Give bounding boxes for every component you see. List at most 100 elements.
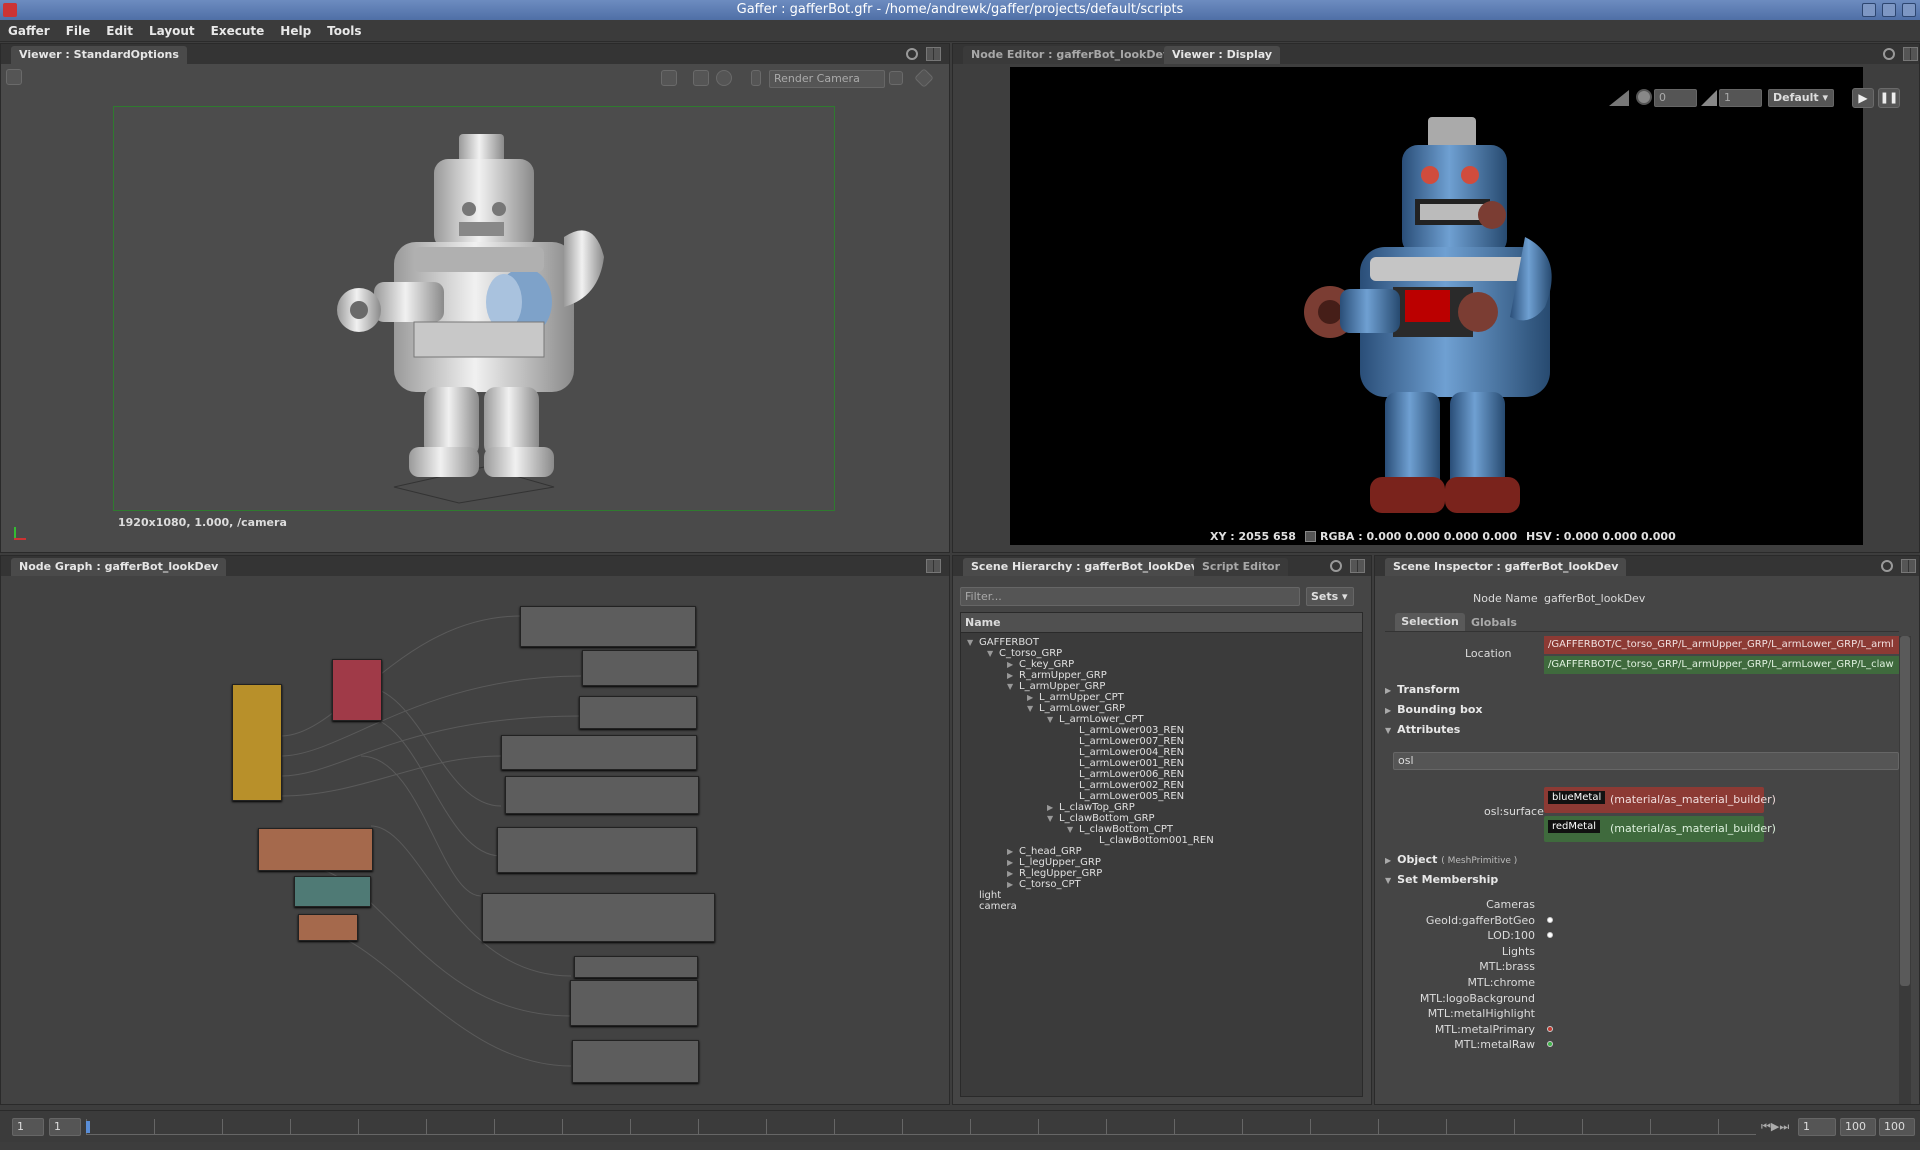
expand-down-icon[interactable]: ▼ (1007, 681, 1019, 692)
section-transform[interactable]: ▶ Transform (1385, 683, 1460, 696)
tree-item[interactable]: L_armLower006_REN (1067, 769, 1184, 780)
expand-right-icon[interactable]: ▶ (1007, 857, 1019, 868)
menu-layout[interactable]: Layout (141, 20, 203, 42)
tree-item[interactable]: L_armLower007_REN (1067, 736, 1184, 747)
exposure-field[interactable]: 0 (1654, 89, 1697, 107)
shader-a-row[interactable]: blueMetal (material/as_material_builder) (1544, 787, 1776, 813)
tree-item[interactable]: ▼ GAFFERBOT (967, 637, 1039, 648)
tree-item[interactable]: ▶ L_clawTop_GRP (1047, 802, 1135, 813)
graph-node-box[interactable] (574, 956, 698, 978)
lighting-icon[interactable] (716, 70, 732, 86)
play-icon[interactable]: ▶ (1852, 88, 1874, 108)
attribute-filter-input[interactable]: osl (1393, 752, 1899, 770)
tab-viewer-display[interactable]: Viewer : Display (1164, 46, 1281, 64)
expand-right-icon[interactable]: ▶ (1007, 868, 1019, 879)
tree-item[interactable]: ▼ L_armUpper_GRP (1007, 681, 1105, 692)
graph-node-teal[interactable] (294, 876, 371, 907)
menu-edit[interactable]: Edit (98, 20, 141, 42)
layout-grid-icon[interactable] (1350, 559, 1365, 573)
layout-grid-icon[interactable] (1903, 47, 1918, 61)
graph-node-yellow[interactable] (232, 684, 282, 801)
expand-right-icon[interactable]: ▶ (1007, 670, 1019, 681)
expand-right-icon[interactable]: ▶ (1007, 846, 1019, 857)
graph-node-brown[interactable] (298, 914, 358, 941)
tab-node-graph[interactable]: Node Graph : gafferBot_lookDev (11, 558, 227, 576)
section-attributes[interactable]: ▼ Attributes (1385, 723, 1460, 736)
expand-down-icon[interactable]: ▼ (1067, 824, 1079, 835)
expand-down-icon[interactable]: ▼ (1027, 703, 1039, 714)
section-object[interactable]: ▶ Object ( MeshPrimitive ) (1385, 853, 1517, 866)
render-camera-field[interactable]: Render Camera (769, 70, 885, 88)
shading-mode-icon[interactable] (661, 70, 677, 86)
graph-node-box[interactable] (482, 893, 715, 942)
end-frame-field[interactable]: 100 (1840, 1118, 1876, 1136)
graph-node-box[interactable] (579, 696, 697, 729)
layout-grid-icon[interactable] (926, 47, 941, 61)
graph-node-box[interactable] (520, 606, 696, 647)
tree-item[interactable]: ▶ C_torso_CPT (1007, 879, 1081, 890)
tree-item[interactable]: ▶ R_legUpper_GRP (1007, 868, 1102, 879)
column-header-name[interactable]: Name (961, 613, 1362, 633)
gamma-field[interactable]: 1 (1719, 89, 1762, 107)
tree-item[interactable]: ▼ C_torso_GRP (987, 648, 1062, 659)
hierarchy-filter-input[interactable]: Filter... (960, 587, 1300, 606)
tree-item[interactable]: ▶ R_armUpper_GRP (1007, 670, 1107, 681)
playhead[interactable] (86, 1121, 90, 1133)
tab-scene-inspector[interactable]: Scene Inspector : gafferBot_lookDev (1385, 558, 1627, 576)
graph-node-box[interactable] (501, 735, 697, 770)
graph-node-orange[interactable] (258, 828, 373, 871)
expand-down-icon[interactable]: ▼ (1047, 813, 1059, 824)
menu-file[interactable]: File (58, 20, 99, 42)
tree-item[interactable]: ▼ L_armLower_CPT (1047, 714, 1143, 725)
scrollbar-thumb[interactable] (1900, 636, 1910, 986)
frame-field[interactable]: 1 (1798, 1118, 1836, 1136)
maximize-button[interactable] (1882, 3, 1896, 17)
tree-item[interactable]: L_armLower004_REN (1067, 747, 1184, 758)
viewer-left-viewport[interactable]: Render Camera 1920x1080, 1.000, /camera (1, 64, 949, 552)
expand-down-icon[interactable]: ▼ (967, 637, 979, 648)
menu-tools[interactable]: Tools (319, 20, 369, 42)
graph-node-box[interactable] (505, 776, 699, 814)
tree-item[interactable]: camera (967, 901, 1017, 912)
tab-selection[interactable]: Selection (1395, 613, 1465, 631)
snap-icon[interactable] (914, 68, 934, 88)
section-bounding-box[interactable]: ▶ Bounding box (1385, 703, 1482, 716)
viewer-mode-cube-icon[interactable] (6, 69, 22, 85)
tab-node-editor[interactable]: Node Editor : gafferBot_lookDev (963, 46, 1179, 64)
tree-item[interactable]: L_armLower002_REN (1067, 780, 1184, 791)
start-frame-field[interactable]: 1 (12, 1118, 44, 1136)
current-frame-field[interactable]: 1 (49, 1118, 81, 1136)
graph-node-box[interactable] (572, 1040, 699, 1083)
layout-grid-icon[interactable] (926, 559, 941, 573)
tab-globals[interactable]: Globals (1469, 615, 1519, 631)
expand-right-icon[interactable]: ▶ (1007, 879, 1019, 890)
tree-item[interactable]: L_clawBottom001_REN (1087, 835, 1214, 846)
panel-pin-icon[interactable] (1881, 560, 1893, 572)
camera-toggle-icon[interactable] (751, 70, 761, 86)
panel-pin-icon[interactable] (1330, 560, 1342, 572)
clipping-icon[interactable] (1609, 90, 1629, 106)
menu-gaffer[interactable]: Gaffer (0, 20, 58, 42)
inspector-scrollbar[interactable] (1899, 636, 1911, 1104)
tree-item[interactable]: ▶ L_armUpper_CPT (1027, 692, 1124, 703)
tab-script-editor[interactable]: Script Editor (1194, 558, 1288, 576)
folder-icon[interactable] (889, 71, 903, 85)
node-graph-canvas[interactable] (1, 576, 949, 1104)
tree-item[interactable]: ▶ L_legUpper_GRP (1007, 857, 1101, 868)
graph-node-box[interactable] (582, 650, 698, 686)
layout-grid-icon[interactable] (1901, 559, 1916, 573)
tree-item[interactable]: L_armLower001_REN (1067, 758, 1184, 769)
graph-node-box[interactable] (570, 980, 698, 1026)
transport-icons[interactable]: ⏮▶⏭ (1761, 1120, 1789, 1134)
tree-item[interactable]: L_armLower003_REN (1067, 725, 1184, 736)
display-mode-dropdown[interactable]: Default ▾ (1768, 89, 1834, 107)
section-set-membership[interactable]: ▼ Set Membership (1385, 873, 1498, 886)
tree-item[interactable]: ▼ L_armLower_GRP (1027, 703, 1125, 714)
menu-execute[interactable]: Execute (203, 20, 273, 42)
panel-pin-icon[interactable] (1883, 48, 1895, 60)
menu-help[interactable]: Help (272, 20, 319, 42)
expand-right-icon[interactable]: ▶ (1047, 802, 1059, 813)
expand-down-icon[interactable]: ▼ (1047, 714, 1059, 725)
close-button[interactable] (1902, 3, 1916, 17)
tree-item[interactable]: ▼ L_clawBottom_CPT (1067, 824, 1173, 835)
